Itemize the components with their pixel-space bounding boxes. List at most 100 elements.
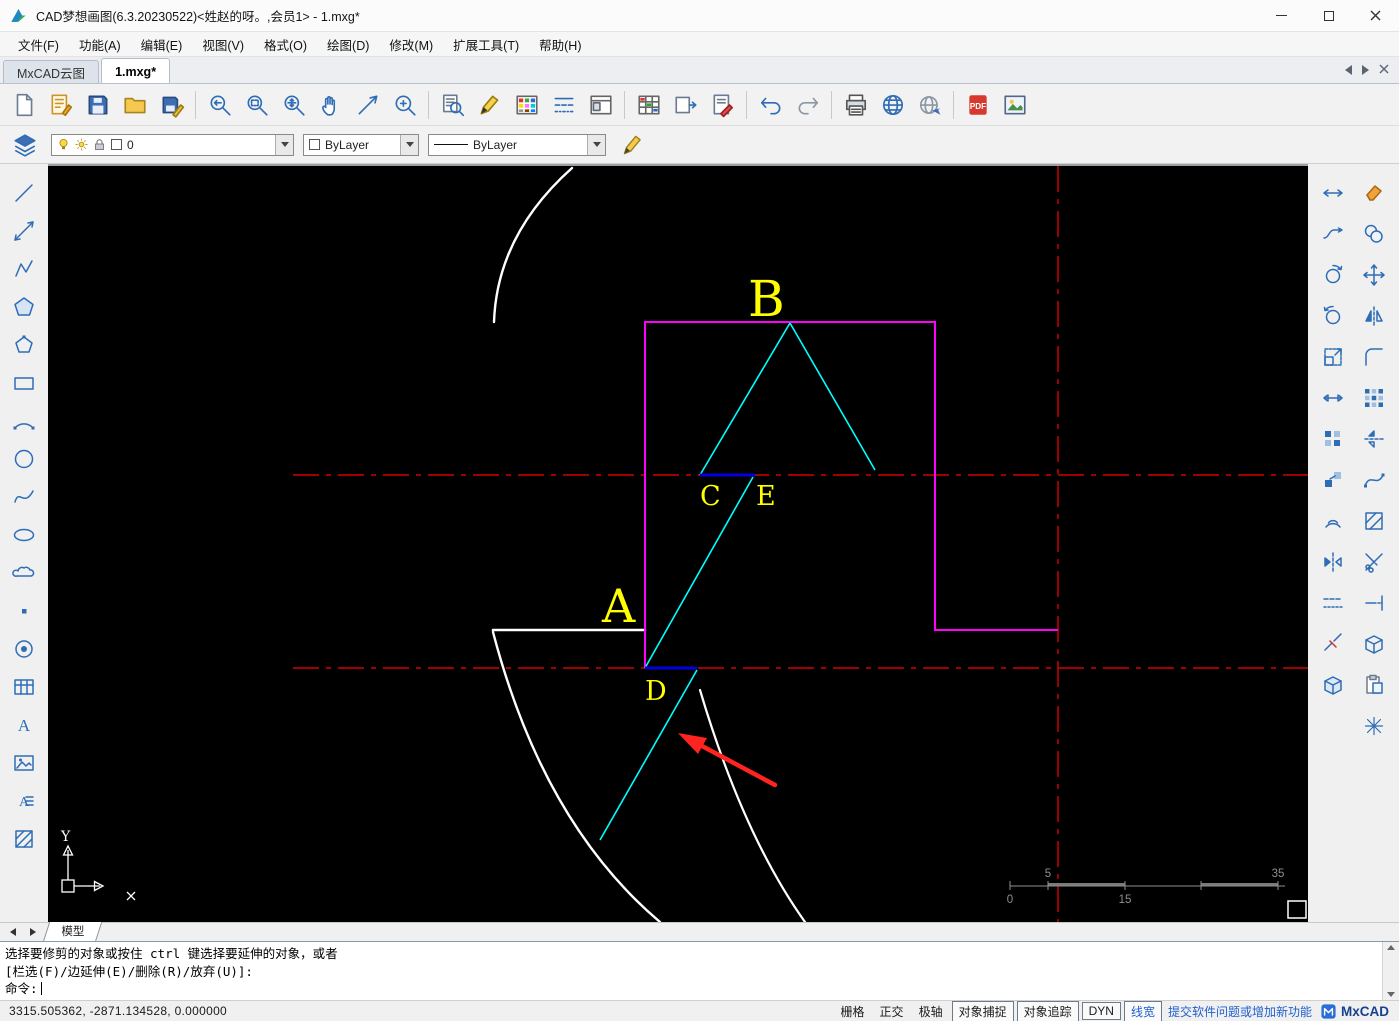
menu-help[interactable]: 帮助(H) [529, 32, 591, 57]
table-button[interactable] [8, 672, 40, 702]
array-button[interactable] [1317, 424, 1349, 454]
command-input-line[interactable]: 命令: [5, 980, 1377, 998]
menu-file[interactable]: 文件(F) [8, 32, 69, 57]
linetype-manager-button[interactable] [545, 87, 582, 123]
menu-ext-tools[interactable]: 扩展工具(T) [443, 32, 529, 57]
spline-edit-button[interactable] [1358, 465, 1390, 495]
doc-tab-1-mxg[interactable]: 1.mxg* [101, 58, 171, 83]
web-share-button[interactable] [911, 87, 948, 123]
open-drawing-button[interactable] [42, 87, 79, 123]
zoom-extents-button[interactable] [275, 87, 312, 123]
array-rect-button[interactable] [1358, 383, 1390, 413]
polygon-button[interactable] [8, 292, 40, 322]
polygon-edge-button[interactable] [8, 330, 40, 360]
tab-scroll-right-button[interactable] [1362, 65, 1369, 75]
mirror-button[interactable] [1358, 301, 1390, 331]
revision-cloud-button[interactable] [8, 558, 40, 588]
zoom-realtime-button[interactable] [386, 87, 423, 123]
menu-format[interactable]: 格式(O) [254, 32, 317, 57]
rotate-button[interactable] [1317, 260, 1349, 290]
model-tab[interactable]: 模型 [42, 922, 103, 942]
status-toggle-lineweight[interactable]: 线宽 [1123, 1000, 1162, 1021]
arc-button[interactable] [8, 406, 40, 436]
array-move-button[interactable] [1317, 465, 1349, 495]
fillet-button[interactable] [1358, 342, 1390, 372]
open-button[interactable] [116, 87, 153, 123]
annotate-button[interactable] [704, 87, 741, 123]
polyline-button[interactable] [8, 254, 40, 284]
hatch-edit-button[interactable] [1358, 506, 1390, 536]
zoom-window-button[interactable] [238, 87, 275, 123]
ellipse-button[interactable] [8, 520, 40, 550]
layer-manager-button[interactable] [8, 129, 42, 161]
scale-button[interactable] [1317, 342, 1349, 372]
find-button[interactable] [434, 87, 471, 123]
undo-button[interactable] [752, 87, 789, 123]
rotate-ccw-button[interactable] [1317, 301, 1349, 331]
layout-next-button[interactable] [26, 925, 40, 939]
close-button[interactable] [1352, 0, 1399, 31]
trim-button[interactable] [1358, 547, 1390, 577]
construction-line-button[interactable] [8, 216, 40, 246]
point-button[interactable] [8, 596, 40, 626]
line-button[interactable] [8, 178, 40, 208]
redo-button[interactable] [789, 87, 826, 123]
linetype-select-arrow[interactable] [587, 134, 605, 155]
measure-line-button[interactable] [349, 87, 386, 123]
feedback-link[interactable]: 提交软件问题或增加新功能 [1168, 1003, 1312, 1020]
offset-button[interactable] [1317, 506, 1349, 536]
status-toggle-ortho[interactable]: 正交 [874, 1002, 910, 1021]
box-3d2-button[interactable] [1358, 629, 1390, 659]
status-toggle-polar[interactable]: 极轴 [913, 1002, 949, 1021]
tab-scroll-left-button[interactable] [1345, 65, 1352, 75]
menu-function[interactable]: 功能(A) [69, 32, 131, 57]
color-palette-button[interactable] [508, 87, 545, 123]
drawing-area[interactable]: B A C E D Y 5 35 0 15 [48, 164, 1308, 922]
linetype-scale-button[interactable] [1317, 588, 1349, 618]
draw-order-button[interactable] [471, 87, 508, 123]
measure-button[interactable] [1317, 383, 1349, 413]
text-button[interactable]: A [8, 710, 40, 740]
mtext-button[interactable]: A [8, 786, 40, 816]
move-button[interactable] [1358, 260, 1390, 290]
status-toggle-grid[interactable]: 栅格 [835, 1002, 871, 1021]
stretch-button[interactable] [1317, 178, 1349, 208]
lengthen-button[interactable] [1317, 219, 1349, 249]
save-button[interactable] [79, 87, 116, 123]
pdf-export-button[interactable]: PDF [959, 87, 996, 123]
status-toggle-dyn[interactable]: DYN [1081, 1002, 1121, 1020]
copy-button[interactable] [1358, 219, 1390, 249]
mirror-v-button[interactable] [1358, 424, 1390, 454]
paste-button[interactable] [1358, 670, 1390, 700]
zoom-previous-button[interactable] [201, 87, 238, 123]
insert-block-button[interactable] [667, 87, 704, 123]
print-button[interactable] [837, 87, 874, 123]
web-publish-button[interactable] [874, 87, 911, 123]
extend-button[interactable] [1358, 588, 1390, 618]
circle-button[interactable] [8, 444, 40, 474]
menu-modify[interactable]: 修改(M) [379, 32, 443, 57]
layer-select[interactable]: 0 [51, 133, 294, 156]
image-export-button[interactable] [996, 87, 1033, 123]
save-as-button[interactable] [153, 87, 190, 123]
command-window[interactable]: 选择要修剪的对象或按住 ctrl 键选择要延伸的对象，或者 [栏选(F)/边延伸… [0, 941, 1399, 1000]
menu-view[interactable]: 视图(V) [192, 32, 254, 57]
doc-tab-mxcad-cloud[interactable]: MxCAD云图 [3, 60, 100, 83]
region-button[interactable] [8, 634, 40, 664]
status-toggle-otrack[interactable]: 对象追踪 [1016, 1000, 1079, 1021]
layout-prev-button[interactable] [6, 925, 20, 939]
layer-manager-button[interactable] [630, 87, 667, 123]
hatch-button[interactable] [8, 824, 40, 854]
color-select-arrow[interactable] [400, 134, 418, 155]
rectangle-button[interactable] [8, 368, 40, 398]
break-button[interactable] [1317, 629, 1349, 659]
tab-close-button[interactable] [1379, 63, 1389, 77]
box-3d-button[interactable] [1317, 670, 1349, 700]
layout-button[interactable] [582, 87, 619, 123]
command-scrollbar[interactable] [1382, 942, 1399, 1000]
drawing-canvas[interactable]: B A C E D Y 5 35 0 15 [48, 166, 1308, 922]
spline-button[interactable] [8, 482, 40, 512]
linetype-select[interactable]: ByLayer [428, 133, 606, 156]
explode-button[interactable] [1358, 711, 1390, 741]
pan-button[interactable] [312, 87, 349, 123]
